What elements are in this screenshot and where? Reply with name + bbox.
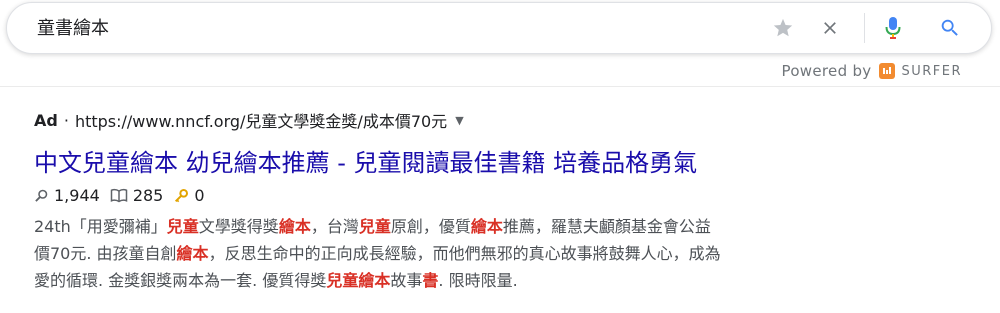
read-count: 285	[110, 186, 164, 205]
snippet-highlight: 兒童	[358, 217, 391, 236]
ad-snippet: 24th「用愛彌補」兒童文學獎得獎繪本，台灣兒童原創，優質繪本推薦，羅慧夫顱顏基…	[34, 213, 904, 294]
snippet-text: 原創，優質	[390, 217, 471, 236]
key-icon	[175, 188, 189, 202]
clear-icon[interactable]	[817, 15, 843, 41]
snippet-text: ，反思生命中的正向成長經驗，而他們無邪的真心故事將鼓舞人心，成為	[208, 244, 721, 263]
snippet-highlight: 繪本	[470, 217, 503, 236]
search-divider	[864, 13, 865, 43]
key-count-value: 0	[194, 186, 205, 205]
ad-stats: 1,944 285 0	[34, 186, 215, 205]
ad-url-line: Ad · https://www.nncf.org/兒童文學獎金獎/成本價70元…	[34, 108, 464, 132]
search-count: 1,944	[34, 186, 100, 205]
search-count-value: 1,944	[54, 186, 100, 205]
search-input[interactable]	[37, 16, 737, 37]
snippet-text: 推薦，羅慧夫顱顏基金會公益	[502, 217, 711, 236]
search-icon[interactable]	[936, 15, 964, 41]
surfer-brand: SURFER	[901, 63, 962, 79]
microphone-icon[interactable]	[882, 15, 904, 41]
snippet-text: 文學獎得獎	[198, 217, 279, 236]
snippet-highlight: 繪本	[176, 244, 209, 263]
snippet-text: 價70元. 由孩童自創	[34, 244, 177, 263]
open-book-icon	[110, 188, 128, 203]
star-icon[interactable]	[770, 15, 796, 41]
surfer-logo-icon	[879, 63, 896, 79]
snippet-highlight: 書	[422, 271, 439, 290]
search-box[interactable]	[6, 2, 992, 54]
powered-by-label: Powered by	[781, 62, 872, 80]
magnifier-icon	[35, 189, 48, 202]
snippet-text: ，台灣	[310, 217, 359, 236]
ad-title-link[interactable]: 中文兒童繪本 幼兒繪本推薦 - 兒童閱讀最佳書籍 培養品格勇氣	[34, 143, 697, 178]
header-divider	[0, 86, 1000, 87]
snippet-highlight: 兒童繪本	[326, 271, 391, 290]
caret-down-icon[interactable]: ▼	[455, 114, 463, 127]
snippet-text: . 限時限量.	[438, 271, 518, 290]
read-count-value: 285	[132, 186, 164, 205]
snippet-highlight: 兒童	[166, 217, 199, 236]
snippet-text: 愛的循環. 金獎銀獎兩本為一套. 優質得獎	[34, 271, 327, 290]
ad-display-url[interactable]: https://www.nncf.org/兒童文學獎金獎/成本價70元	[75, 108, 447, 132]
snippet-text: 24th「用愛彌補」	[34, 217, 167, 236]
ad-separator: ·	[63, 110, 69, 130]
key-count: 0	[173, 186, 205, 205]
ad-badge: Ad	[34, 110, 58, 130]
powered-by[interactable]: Powered by SURFER	[782, 62, 962, 80]
snippet-highlight: 繪本	[278, 217, 311, 236]
snippet-text: 故事	[390, 271, 423, 290]
